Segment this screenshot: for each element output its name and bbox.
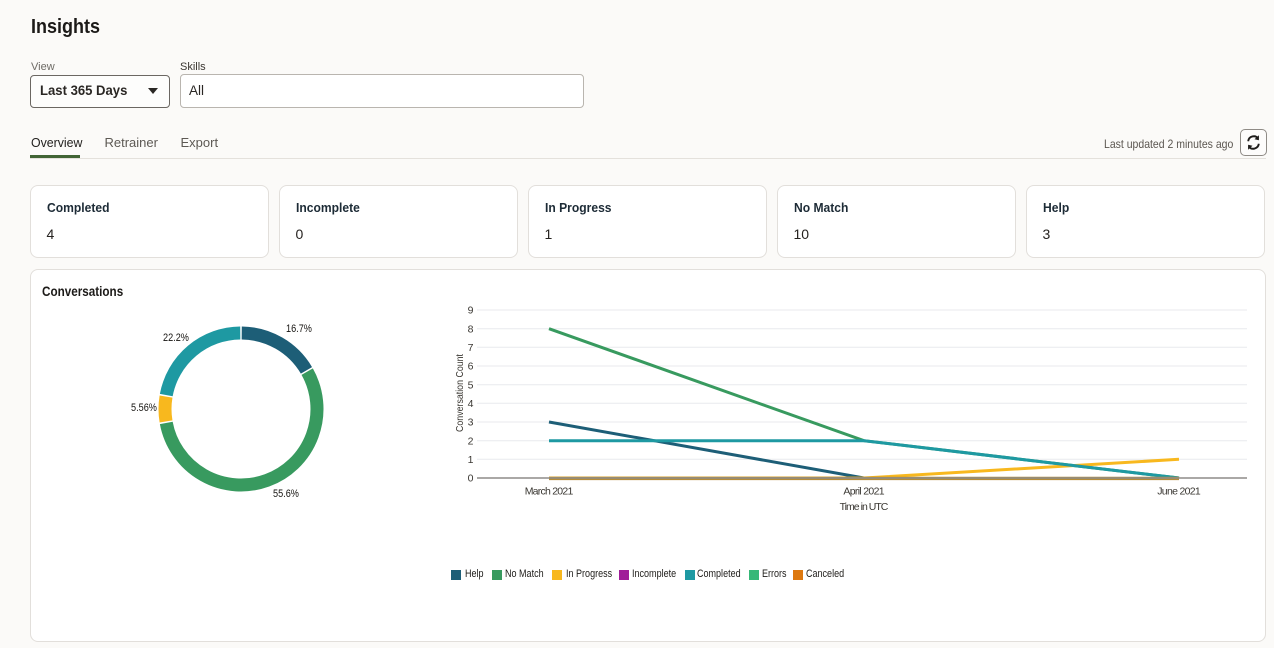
svg-text:2: 2 <box>468 435 474 447</box>
svg-text:0: 0 <box>468 473 474 485</box>
svg-text:Conversation Count: Conversation Count <box>454 354 466 432</box>
svg-text:Time in UTC: Time in UTC <box>840 501 889 513</box>
svg-text:June 2021: June 2021 <box>1157 485 1201 497</box>
svg-text:6: 6 <box>468 361 474 373</box>
svg-text:9: 9 <box>468 305 474 317</box>
svg-text:4: 4 <box>468 398 474 410</box>
svg-text:8: 8 <box>468 323 474 335</box>
svg-text:7: 7 <box>468 342 474 354</box>
svg-text:3: 3 <box>468 417 474 429</box>
svg-text:1: 1 <box>468 454 474 466</box>
svg-text:April 2021: April 2021 <box>843 485 884 497</box>
svg-text:March 2021: March 2021 <box>525 485 574 497</box>
svg-text:5: 5 <box>468 379 474 391</box>
